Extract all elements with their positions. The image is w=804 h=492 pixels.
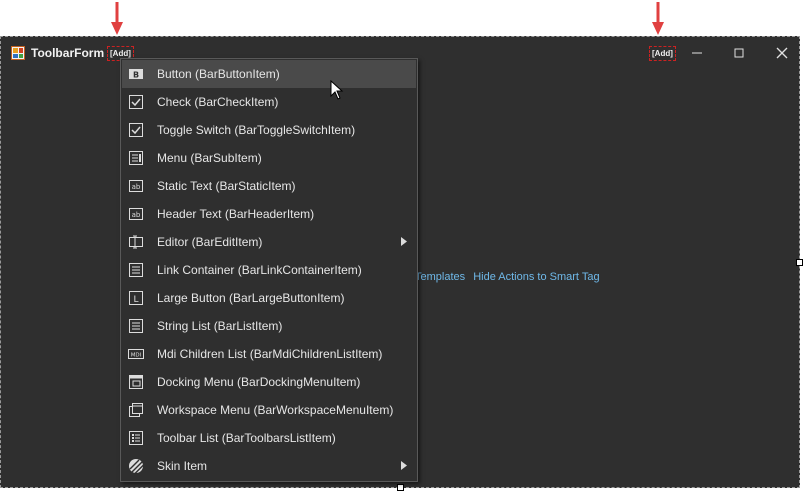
resize-handle[interactable] [397, 484, 404, 491]
workspace-icon [129, 403, 143, 417]
button-icon: B [129, 69, 143, 80]
toolbar-list-icon [129, 431, 143, 445]
text-ab-icon: ab [129, 180, 143, 192]
menu-item-skin[interactable]: Skin Item [122, 452, 416, 480]
checkbox-icon [129, 95, 143, 109]
editor-icon [129, 235, 143, 249]
add-item-dropdown-menu: B Button (BarButtonItem) Check (BarCheck… [120, 58, 418, 482]
menu-item-button[interactable]: B Button (BarButtonItem) [122, 60, 416, 88]
hide-actions-link[interactable]: Hide Actions to Smart Tag [473, 271, 599, 283]
close-icon[interactable] [772, 43, 792, 63]
minimize-icon[interactable] [687, 43, 707, 63]
svg-text:ab: ab [132, 183, 141, 191]
resize-handle[interactable] [796, 259, 803, 266]
menu-item-static-text[interactable]: ab Static Text (BarStaticItem) [122, 172, 416, 200]
list-icon [129, 319, 143, 333]
menu-item-check[interactable]: Check (BarCheckItem) [122, 88, 416, 116]
menu-item-workspace-menu[interactable]: Workspace Menu (BarWorkspaceMenuItem) [122, 396, 416, 424]
add-item-button[interactable]: [Add] [649, 46, 676, 61]
submenu-arrow-icon [401, 461, 407, 470]
mdi-icon: MDI [128, 349, 144, 359]
menu-item-header-text[interactable]: ab Header Text (BarHeaderItem) [122, 200, 416, 228]
skin-icon [129, 459, 144, 474]
large-button-icon: L [129, 291, 143, 305]
menu-item-docking-menu[interactable]: Docking Menu (BarDockingMenuItem) [122, 368, 416, 396]
menu-item-toggle-switch[interactable]: Toggle Switch (BarToggleSwitchItem) [122, 116, 416, 144]
list-icon [129, 263, 143, 277]
menu-item-link-container[interactable]: Link Container (BarLinkContainerItem) [122, 256, 416, 284]
docking-icon [129, 375, 143, 389]
app-icon [11, 46, 25, 60]
svg-text:MDI: MDI [131, 353, 142, 359]
text-ab-icon: ab [129, 208, 143, 220]
pointer-arrow-icon [111, 2, 123, 35]
menu-item-mdi-children-list[interactable]: MDI Mdi Children List (BarMdiChildrenLis… [122, 340, 416, 368]
menu-item-editor[interactable]: Editor (BarEditItem) [122, 228, 416, 256]
svg-text:L: L [133, 295, 138, 305]
menu-item-toolbar-list[interactable]: Toolbar List (BarToolbarsListItem) [122, 424, 416, 452]
checkbox-icon [129, 123, 143, 137]
menu-item-large-button[interactable]: L Large Button (BarLargeButtonItem) [122, 284, 416, 312]
maximize-icon[interactable] [729, 43, 749, 63]
templates-link[interactable]: Templates [415, 271, 465, 283]
menu-item-string-list[interactable]: String List (BarListItem) [122, 312, 416, 340]
pointer-arrow-icon [652, 2, 664, 35]
submenu-arrow-icon [401, 237, 407, 246]
mouse-cursor-icon [330, 80, 344, 100]
form-title: ToolbarForm [31, 46, 105, 60]
svg-text:ab: ab [132, 211, 141, 219]
menu-icon [129, 151, 143, 165]
svg-text:B: B [133, 71, 139, 80]
menu-item-menu[interactable]: Menu (BarSubItem) [122, 144, 416, 172]
designer-links: Templates Hide Actions to Smart Tag [415, 271, 605, 283]
